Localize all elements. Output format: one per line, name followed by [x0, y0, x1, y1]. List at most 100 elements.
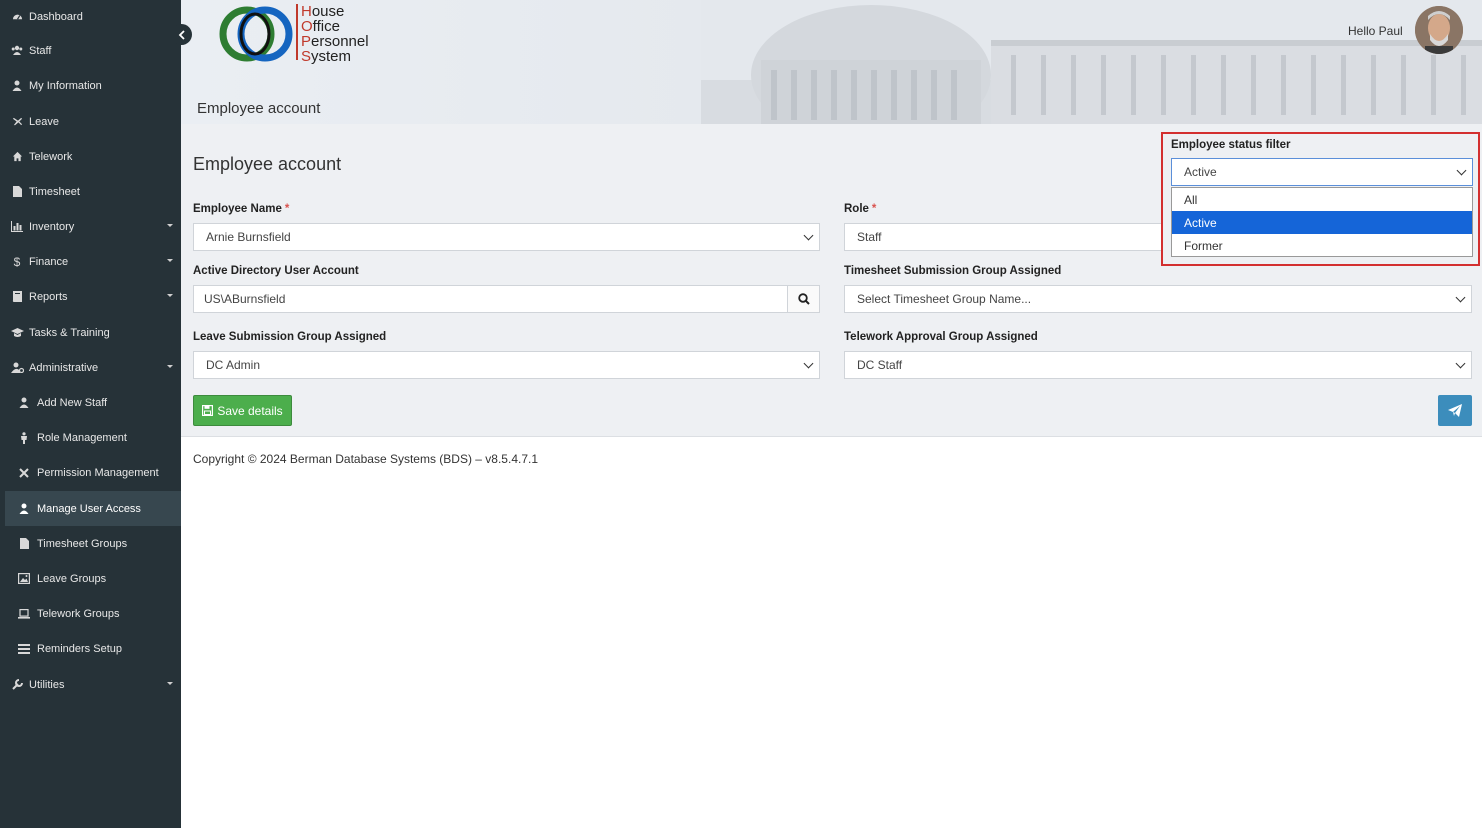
sidebar-item-timesheet-groups[interactable]: Timesheet Groups — [0, 526, 181, 561]
logo-line-personnel: Personnel — [301, 33, 369, 50]
required-marker: * — [284, 203, 290, 215]
wrench-icon — [10, 679, 24, 690]
sidebar-item-leave-groups[interactable]: Leave Groups — [0, 561, 181, 596]
send-button[interactable] — [1438, 395, 1472, 426]
required-marker: * — [871, 203, 877, 215]
status-filter-options: All Active Former — [1171, 187, 1473, 257]
sidebar-item-permission-management[interactable]: Permission Management — [0, 455, 181, 490]
sidebar-item-label: Permission Management — [37, 466, 159, 479]
avatar[interactable] — [1415, 6, 1463, 54]
sidebar-item-telework[interactable]: Telework — [0, 139, 181, 174]
chevron-down-icon — [1455, 358, 1466, 369]
sidebar-item-label: Inventory — [29, 220, 75, 233]
chevron-down-icon — [803, 358, 814, 369]
employee-name-select[interactable]: Arnie Burnsfield — [193, 223, 820, 251]
sidebar-item-administrative[interactable]: Administrative — [0, 350, 181, 385]
sidebar-item-label: Timesheet Groups — [37, 537, 128, 550]
ad-account-field[interactable]: US\ABurnsfield — [193, 285, 820, 313]
list-icon — [17, 643, 31, 654]
caret-down-icon — [167, 259, 173, 262]
user-icon — [17, 503, 31, 514]
sidebar-item-inventory[interactable]: Inventory — [0, 209, 181, 244]
user-icon — [10, 80, 24, 91]
caret-down-icon — [167, 365, 173, 368]
sidebar-item-manage-user-access[interactable]: Manage User Access — [5, 491, 181, 526]
role-value: Staff — [857, 230, 882, 244]
chevron-down-icon — [1455, 292, 1466, 303]
sidebar-item-staff[interactable]: Staff — [0, 33, 181, 68]
chevron-down-icon — [803, 230, 814, 241]
timesheet-group-select[interactable]: Select Timesheet Group Name... — [844, 285, 1472, 313]
book-icon — [10, 291, 24, 302]
sidebar-item-label: Reminders Setup — [37, 642, 122, 655]
leave-group-select[interactable]: DC Admin — [193, 351, 820, 379]
bar-chart-icon — [10, 221, 24, 232]
ad-account-value[interactable]: US\ABurnsfield — [194, 292, 787, 306]
sidebar-item-timesheet[interactable]: Timesheet — [0, 174, 181, 209]
chevron-down-icon — [1456, 165, 1467, 176]
graduation-cap-icon — [10, 327, 24, 338]
sidebar-item-reports[interactable]: Reports — [0, 279, 181, 314]
sidebar-item-label: Role Management — [37, 431, 127, 444]
floppy-disk-icon — [202, 405, 214, 416]
status-filter-label: Employee status filter — [1171, 139, 1291, 151]
sidebar-item-dashboard[interactable]: Dashboard — [0, 0, 181, 34]
employee-status-filter: Employee status filter Active All Active… — [1161, 132, 1480, 266]
page-header: House Office Personnel System Employee a… — [181, 0, 1482, 124]
sidebar-item-label: Staff — [29, 44, 52, 57]
status-option-active[interactable]: Active — [1172, 211, 1472, 234]
dollar-icon: $ — [13, 254, 21, 269]
role-label: Role * — [844, 203, 876, 215]
sidebar-item-reminders-setup[interactable]: Reminders Setup — [0, 631, 181, 666]
sidebar-item-label: My Information — [29, 79, 102, 92]
status-filter-value: Active — [1184, 165, 1217, 179]
sidebar-item-label: Leave — [29, 115, 59, 128]
plane-icon — [10, 116, 24, 127]
logo-line-office: Office — [301, 18, 340, 35]
sidebar-item-tasks-training[interactable]: Tasks & Training — [0, 315, 181, 350]
user-greeting: Hello Paul — [1348, 24, 1403, 38]
file-icon — [10, 186, 24, 197]
sidebar-item-role-management[interactable]: Role Management — [0, 420, 181, 455]
sidebar-item-label: Add New Staff — [37, 396, 108, 409]
sidebar-item-label: Tasks & Training — [29, 326, 110, 339]
sidebar: Dashboard Staff My Information Leave Tel… — [0, 0, 181, 828]
sidebar-item-label: Telework Groups — [37, 607, 120, 620]
logo-wordmark: House Office Personnel System — [301, 4, 369, 64]
sidebar-item-label: Reports — [29, 290, 68, 303]
users-icon — [10, 45, 24, 56]
sidebar-item-label: Finance — [29, 255, 69, 268]
sidebar-item-telework-groups[interactable]: Telework Groups — [0, 596, 181, 631]
user-gear-icon — [10, 362, 24, 373]
section-title: Employee account — [193, 154, 342, 174]
telework-group-value: DC Staff — [857, 358, 903, 372]
telework-group-select[interactable]: DC Staff — [844, 351, 1472, 379]
sidebar-item-utilities[interactable]: Utilities — [0, 667, 181, 702]
sidebar-item-my-information[interactable]: My Information — [0, 68, 181, 103]
save-details-button[interactable]: Save details — [193, 395, 292, 426]
timesheet-group-label: Timesheet Submission Group Assigned — [844, 265, 1062, 277]
leave-group-value: DC Admin — [206, 358, 261, 372]
status-filter-select[interactable]: Active — [1171, 158, 1473, 186]
ad-search-button[interactable] — [787, 286, 819, 312]
status-option-all[interactable]: All — [1172, 188, 1472, 211]
paper-plane-icon — [1448, 404, 1462, 417]
save-details-label: Save details — [217, 403, 283, 418]
employee-name-value: Arnie Burnsfield — [206, 230, 291, 244]
sidebar-item-add-new-staff[interactable]: Add New Staff — [0, 385, 181, 420]
user-avatar-icon — [1415, 6, 1463, 54]
status-option-former[interactable]: Former — [1172, 234, 1472, 257]
role-label-text: Role — [844, 203, 869, 215]
logo-line-system: System — [301, 48, 352, 65]
sidebar-item-label: Telework — [29, 150, 73, 163]
image-icon — [17, 573, 31, 584]
laptop-icon — [17, 608, 31, 619]
sidebar-item-label: Manage User Access — [37, 502, 141, 515]
footer-copyright: Copyright © 2024 Berman Database Systems… — [193, 452, 539, 466]
telework-group-label: Telework Approval Group Assigned — [844, 331, 1038, 343]
chevron-left-icon — [178, 29, 185, 40]
ad-account-label: Active Directory User Account — [193, 265, 359, 277]
sidebar-collapse-button[interactable] — [171, 24, 192, 45]
sidebar-item-leave[interactable]: Leave — [0, 104, 181, 139]
sidebar-item-finance[interactable]: $ Finance — [0, 244, 181, 279]
